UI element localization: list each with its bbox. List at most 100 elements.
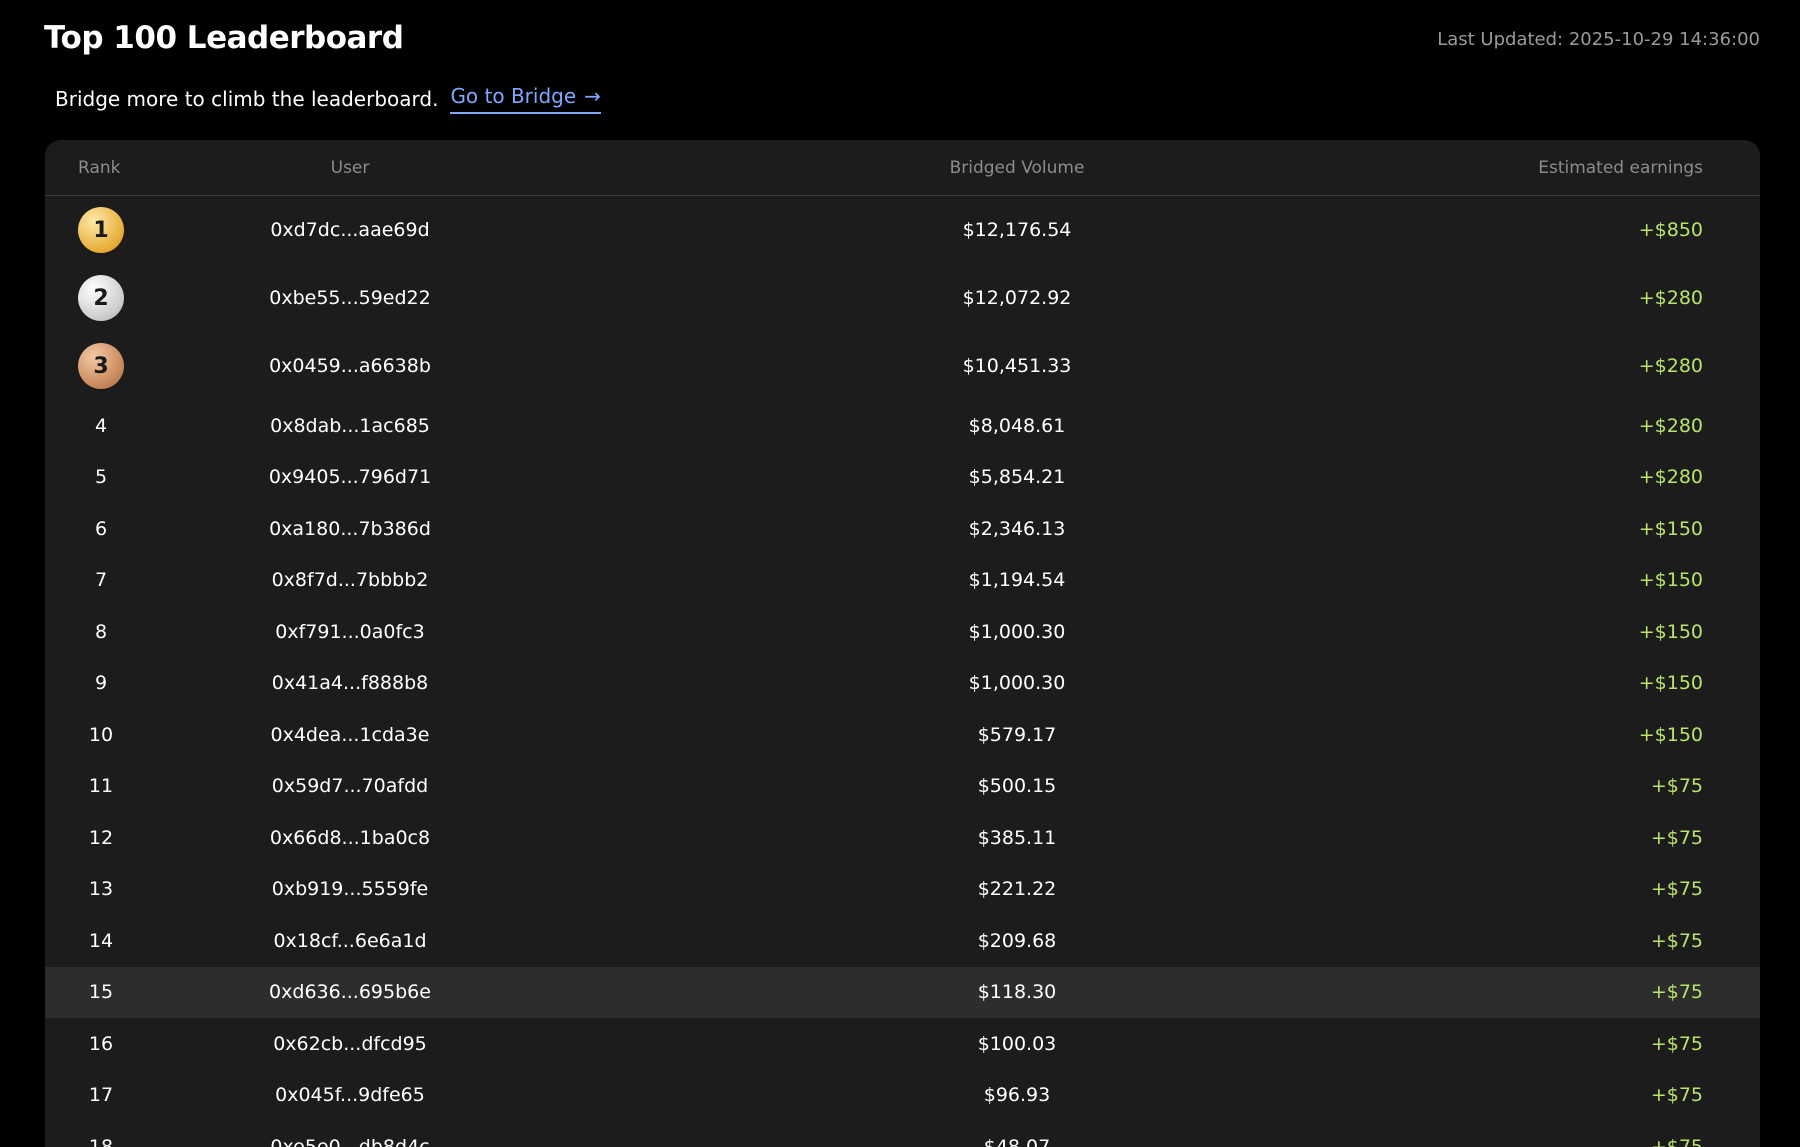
table-row: 8 0xf791...0a0fc3 $1,000.30 +$150 [45,606,1760,658]
user-address-cell: 0xf791...0a0fc3 [170,621,530,643]
user-address-cell-text: 0x9405...796d71 [268,466,432,489]
rank-number: 15 [88,981,114,1004]
user-address-cell-text: 0x66d8...1ba0c8 [269,826,431,849]
bridged-volume-cell: $118.30 [530,981,1304,1003]
rank-number: 14 [88,929,114,952]
bridged-volume-cell: $385.11 [530,827,1304,849]
rank-number: 5 [94,466,108,489]
table-row: 18 0xe5e0...db8d4c $48.07 +$75 [45,1121,1760,1147]
rank-cell: 16 [45,1033,170,1055]
bridged-volume-cell: $48.07 [530,1136,1304,1147]
user-address-cell: 0x66d8...1ba0c8 [170,827,530,849]
rank-number: 6 [94,517,108,540]
bridged-volume-cell: $2,346.13 [530,518,1304,540]
estimated-earnings-cell-text: +$75 [1650,1032,1703,1055]
estimated-earnings-cell: +$75 [1304,930,1760,952]
rank-cell: 7 [45,569,170,591]
bridged-volume-cell: $221.22 [530,878,1304,900]
user-address-cell-text: 0xd636...695b6e [269,981,431,1004]
subtitle-line: Bridge more to climb the leaderboard. Go… [55,84,601,114]
estimated-earnings-cell-text: +$280 [1638,466,1703,489]
rank-number: 7 [94,569,108,592]
page-title: Top 100 Leaderboard [44,20,404,56]
table-row: 2 0xbe55...59ed22 $12,072.92 +$280 [45,264,1760,332]
bridged-volume-cell-text: $500.15 [977,775,1057,798]
rank-number: 13 [88,878,114,901]
estimated-earnings-cell-text: +$75 [1650,878,1703,901]
bridged-volume-cell-text: $10,451.33 [962,355,1072,377]
rank-cell: 15 [45,981,170,1003]
user-address-cell-text: 0x59d7...70afdd [271,775,429,798]
user-address-cell-text: 0xb919...5559fe [271,878,429,901]
bridged-volume-cell: $1,000.30 [530,672,1304,694]
estimated-earnings-cell-text: +$150 [1638,620,1703,643]
rank-cell: 2 [45,275,170,321]
rank-cell: 9 [45,672,170,694]
rank-cell: 17 [45,1084,170,1106]
estimated-earnings-cell-text: +$150 [1638,517,1703,540]
user-address-cell: 0x045f...9dfe65 [170,1084,530,1106]
estimated-earnings-cell-text: +$150 [1638,672,1703,695]
table-body: 1 0xd7dc...aae69d $12,176.54 +$850 2 0xbe55..… [45,196,1760,1147]
bridged-volume-cell: $579.17 [530,724,1304,746]
rank-cell: 13 [45,878,170,900]
estimated-earnings-cell: +$150 [1304,569,1760,591]
estimated-earnings-cell-text: +$280 [1638,414,1703,437]
rank-cell: 11 [45,775,170,797]
estimated-earnings-cell-text: +$850 [1638,219,1703,241]
estimated-earnings-cell-text: +$75 [1650,826,1703,849]
table-row: 10 0x4dea...1cda3e $579.17 +$150 [45,709,1760,761]
user-address-cell-text: 0x8dab...1ac685 [270,414,430,437]
estimated-earnings-cell: +$75 [1304,1033,1760,1055]
table-row: 4 0x8dab...1ac685 $8,048.61 +$280 [45,400,1760,452]
bridged-volume-cell: $12,072.92 [530,287,1304,309]
bridged-volume-cell: $1,000.30 [530,621,1304,643]
bridged-volume-cell-text: $12,176.54 [962,219,1072,241]
header-rank: Rank [78,157,121,178]
rank-number: 10 [88,723,114,746]
rank-cell: 8 [45,621,170,643]
table-row: 3 0x0459...a6638b $10,451.33 +$280 [45,332,1760,400]
user-address-cell: 0x8f7d...7bbbb2 [170,569,530,591]
user-address-cell-text: 0xbe55...59ed22 [269,287,431,309]
user-address-cell: 0xd7dc...aae69d [170,219,530,241]
user-address-cell-text: 0x18cf...6e6a1d [273,929,427,952]
bridged-volume-cell: $1,194.54 [530,569,1304,591]
user-address-cell: 0x62cb...dfcd95 [170,1033,530,1055]
bridged-volume-cell-text: $1,000.30 [968,672,1066,695]
estimated-earnings-cell: +$850 [1304,219,1760,241]
silver-medal-icon: 2 [78,275,124,321]
user-address-cell-text: 0xd7dc...aae69d [270,219,430,241]
rank-number: 12 [88,826,114,849]
rank-cell: 4 [45,415,170,437]
rank-number: 9 [94,672,108,695]
estimated-earnings-cell-text: +$75 [1650,929,1703,952]
bridged-volume-cell: $100.03 [530,1033,1304,1055]
go-to-bridge-label: Go to Bridge [450,84,577,108]
rank-number: 18 [88,1135,114,1147]
estimated-earnings-cell: +$280 [1304,415,1760,437]
bridged-volume-cell-text: $118.30 [977,981,1057,1004]
rank-number: 16 [88,1032,114,1055]
header-user: User [330,157,370,178]
estimated-earnings-cell: +$75 [1304,1084,1760,1106]
go-to-bridge-link[interactable]: Go to Bridge → [450,84,601,114]
user-address-cell: 0x41a4...f888b8 [170,672,530,694]
estimated-earnings-cell: +$150 [1304,672,1760,694]
bronze-medal-icon: 3 [78,343,124,389]
user-address-cell: 0xe5e0...db8d4c [170,1136,530,1147]
estimated-earnings-cell-text: +$75 [1650,981,1703,1004]
rank-cell: 1 [45,207,170,253]
bridged-volume-cell-text: $221.22 [977,878,1057,901]
table-row: 14 0x18cf...6e6a1d $209.68 +$75 [45,915,1760,967]
bridged-volume-cell: $8,048.61 [530,415,1304,437]
estimated-earnings-cell: +$75 [1304,775,1760,797]
rank-number: 8 [94,620,108,643]
table-row: 15 0xd636...695b6e $118.30 +$75 [45,966,1760,1018]
subtitle-text: Bridge more to climb the leaderboard. [55,87,439,111]
bridged-volume-cell-text: $579.17 [977,723,1057,746]
user-address-cell-text: 0x4dea...1cda3e [270,723,430,746]
user-address-cell-text: 0x41a4...f888b8 [271,672,429,695]
user-address-cell-text: 0x62cb...dfcd95 [273,1032,427,1055]
estimated-earnings-cell: +$280 [1304,355,1760,377]
